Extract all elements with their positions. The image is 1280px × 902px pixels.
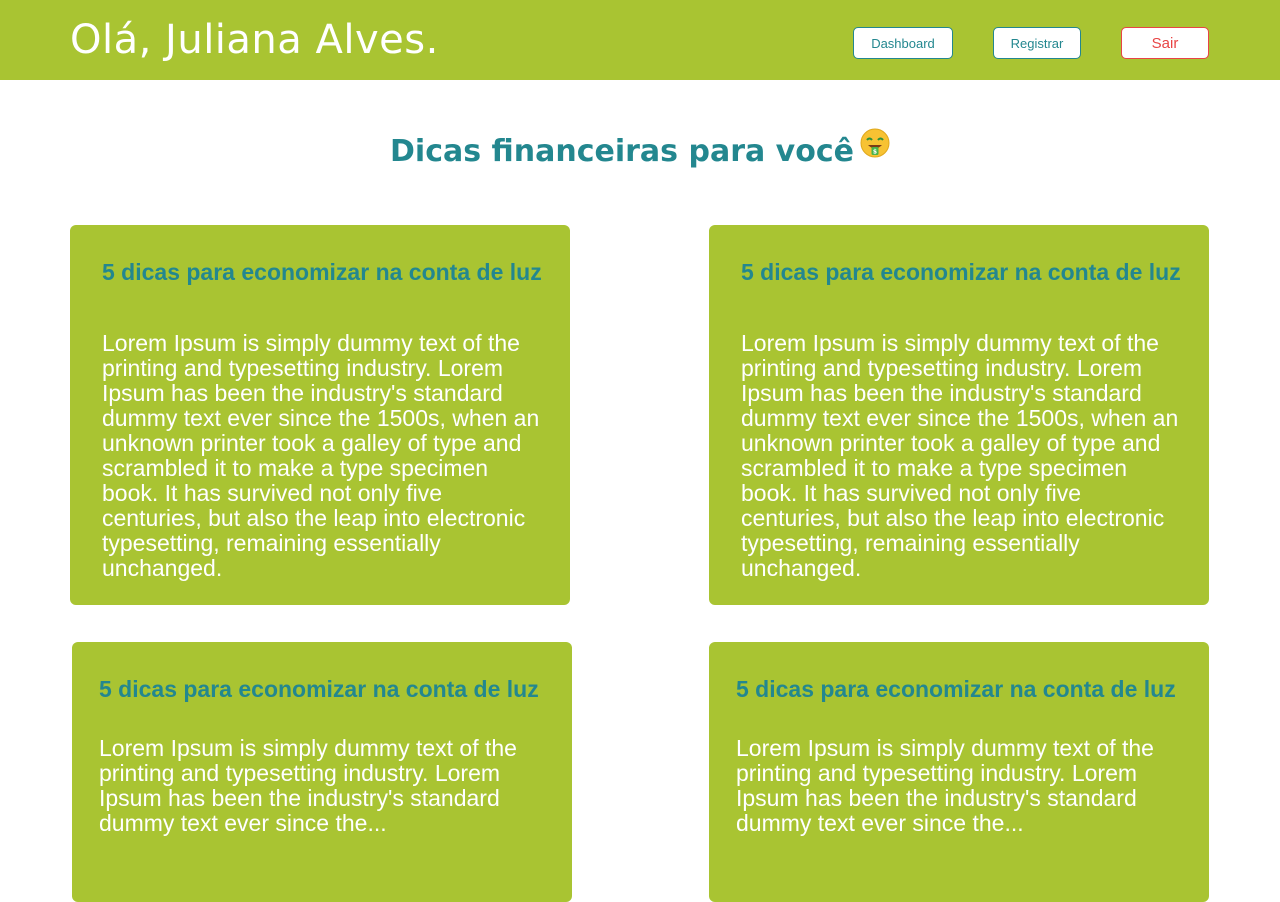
logout-button[interactable]: Sair	[1121, 27, 1209, 59]
svg-text:$: $	[873, 148, 877, 155]
money-mouth-face-icon: $	[860, 127, 890, 171]
tip-card-body: Lorem Ipsum is simply dummy text of the …	[102, 330, 540, 581]
tip-card[interactable]: 5 dicas para economizar na conta de luz …	[709, 225, 1209, 605]
dashboard-button[interactable]: Dashboard	[853, 27, 953, 59]
tip-card-title: 5 dicas para economizar na conta de luz	[102, 259, 542, 285]
tip-card[interactable]: 5 dicas para economizar na conta de luz …	[72, 642, 572, 902]
tip-card[interactable]: 5 dicas para economizar na conta de luz …	[70, 225, 570, 605]
tip-card-title: 5 dicas para economizar na conta de luz	[99, 676, 539, 702]
page-title: Dicas financeiras para você $	[0, 127, 1280, 175]
page-title-text: Dicas financeiras para você	[390, 134, 854, 169]
tip-card-body: Lorem Ipsum is simply dummy text of the …	[99, 735, 517, 836]
tip-card[interactable]: 5 dicas para economizar na conta de luz …	[709, 642, 1209, 902]
tip-card-body: Lorem Ipsum is simply dummy text of the …	[736, 735, 1154, 836]
tip-card-title: 5 dicas para economizar na conta de luz	[741, 259, 1181, 285]
greeting-title: Olá, Juliana Alves.	[70, 17, 439, 63]
tip-card-title: 5 dicas para economizar na conta de luz	[736, 676, 1176, 702]
tip-card-body: Lorem Ipsum is simply dummy text of the …	[741, 330, 1179, 581]
registrar-button[interactable]: Registrar	[993, 27, 1081, 59]
top-bar: Olá, Juliana Alves. Dashboard Registrar …	[0, 0, 1280, 80]
